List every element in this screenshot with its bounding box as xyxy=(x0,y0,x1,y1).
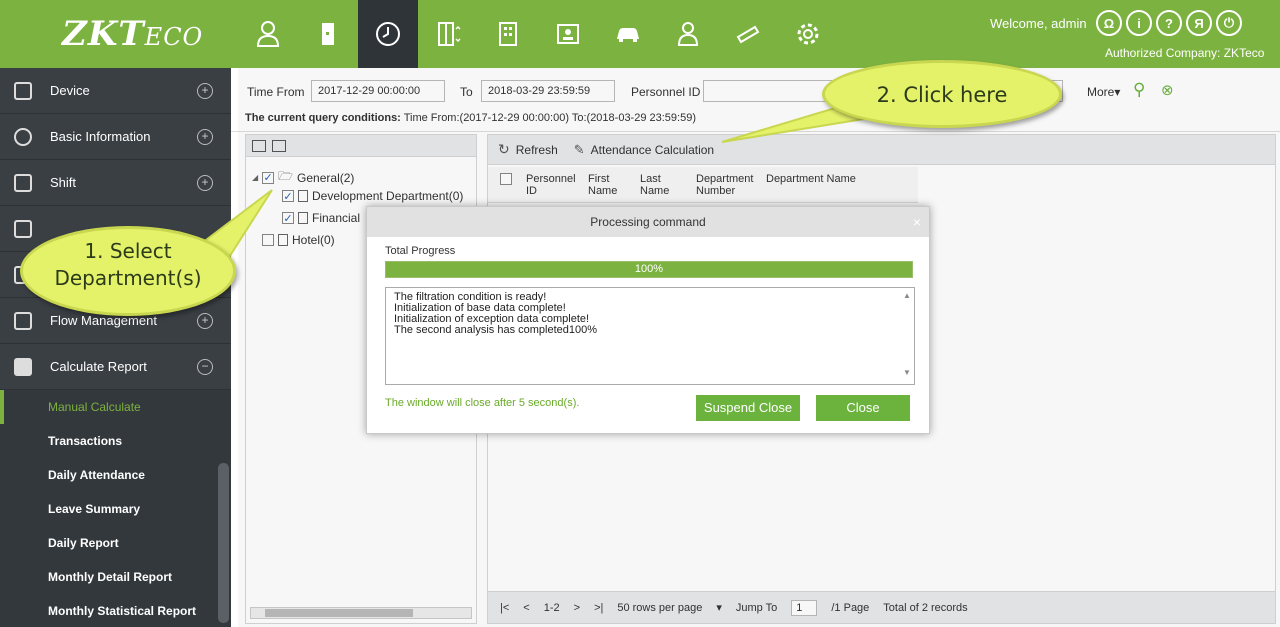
callout-click-here: 2. Click here xyxy=(822,60,1062,128)
callout-select-departments: 1. Select Department(s) xyxy=(20,226,236,316)
callout-pointers xyxy=(204,104,874,264)
